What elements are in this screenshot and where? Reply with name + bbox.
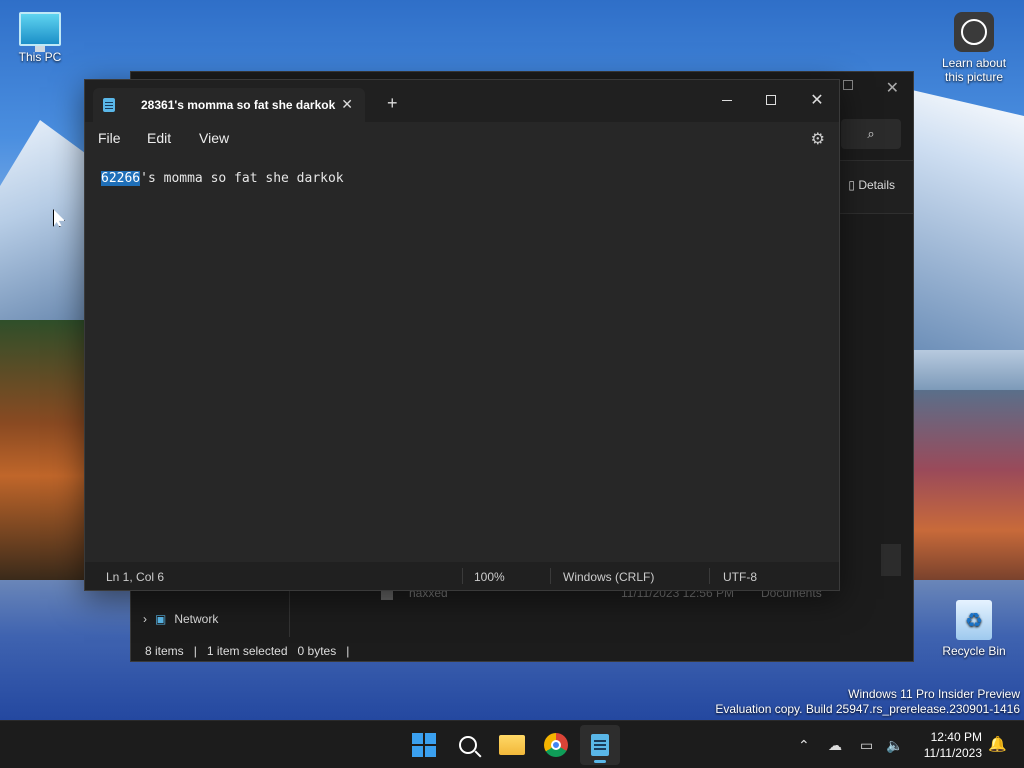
search-icon: ⌕ — [867, 126, 875, 141]
status-item-count: 8 items — [145, 644, 184, 658]
desktop-icon-learn-about-picture[interactable]: Learn about this picture — [934, 12, 1014, 84]
explorer-close-icon[interactable]: ✕ — [886, 78, 899, 98]
desktop-icon-label: Recycle Bin — [942, 644, 1006, 658]
close-icon: ✕ — [810, 92, 824, 109]
nav-item-network[interactable]: › ▣ Network — [143, 612, 218, 626]
details-icon: ▯ — [848, 178, 859, 192]
taskbar-chrome[interactable] — [536, 725, 576, 765]
menu-view[interactable]: View — [199, 130, 229, 146]
desktop-icon-label: This PC — [18, 50, 62, 64]
notepad-window[interactable]: 28361's momma so fat she darkok ✕ + ✕ Fi… — [84, 79, 840, 591]
notepad-titlebar[interactable]: 28361's momma so fat she darkok ✕ + ✕ — [85, 80, 839, 122]
minimize-button[interactable] — [707, 86, 747, 114]
start-button[interactable] — [404, 725, 444, 765]
notepad-status-bar: Ln 1, Col 6 100% Windows (CRLF) UTF-8 — [85, 562, 839, 590]
taskbar-search-button[interactable] — [448, 725, 488, 765]
explorer-status-bar: 8 items | 1 item selected 0 bytes | — [145, 644, 350, 658]
recycle-bin-icon: ♻ — [956, 600, 992, 640]
tab-title: 28361's momma so fat she darkok — [141, 98, 336, 112]
notepad-icon — [591, 734, 609, 756]
status-selected: 1 item selected — [206, 644, 288, 658]
explorer-scroll-region — [881, 544, 901, 576]
evaluation-watermark: Windows 11 Pro Insider Preview Evaluatio… — [715, 687, 1020, 716]
taskbar-clock[interactable]: 12:40 PM 11/11/2023 — [918, 729, 982, 761]
status-position: Ln 1, Col 6 — [106, 570, 165, 584]
desktop-icon-label: Learn about this picture — [941, 56, 1007, 84]
monitor-icon — [19, 12, 61, 52]
menu-edit[interactable]: Edit — [147, 130, 171, 146]
wallpaper-trees-right — [912, 390, 1024, 590]
menu-file[interactable]: File — [98, 130, 121, 146]
explorer-details-button[interactable]: ▯ Details — [848, 178, 895, 192]
tray-overflow-chevron-icon[interactable]: ⌃ — [798, 721, 810, 768]
status-encoding[interactable]: UTF-8 — [723, 570, 757, 584]
editor-text: 's momma so fat she darkok — [140, 171, 344, 186]
explorer-pane-divider — [289, 587, 290, 637]
notepad-tab[interactable]: 28361's momma so fat she darkok ✕ — [93, 88, 365, 122]
new-tab-plus-icon[interactable]: + — [387, 93, 398, 114]
notepad-icon — [103, 98, 115, 112]
onedrive-icon[interactable]: ☁ — [828, 721, 842, 768]
taskbar-notepad[interactable] — [580, 725, 620, 765]
explorer-search-button[interactable]: ⌕ — [841, 119, 901, 149]
notification-bell-icon[interactable]: 🔔 — [988, 735, 1007, 753]
close-button[interactable]: ✕ — [797, 86, 837, 114]
settings-gear-icon[interactable]: ⚙ — [811, 129, 825, 149]
minimize-icon — [722, 99, 732, 101]
desktop-icon-recycle-bin[interactable]: ♻ Recycle Bin — [934, 600, 1014, 658]
maximize-button[interactable] — [751, 86, 791, 114]
status-zoom[interactable]: 100% — [474, 570, 505, 584]
camera-info-icon — [954, 12, 994, 52]
explorer-maximize-icon[interactable] — [843, 80, 853, 90]
maximize-icon — [766, 95, 776, 105]
menu-bar: File Edit View ⚙ — [85, 122, 839, 154]
desktop-icon-this-pc[interactable]: This PC — [0, 12, 80, 64]
tab-close-icon[interactable]: ✕ — [341, 96, 353, 113]
wallpaper-trees-left — [0, 320, 90, 580]
chevron-right-icon: › — [143, 612, 147, 626]
chrome-icon — [544, 733, 568, 757]
search-icon — [459, 736, 477, 754]
taskbar-file-explorer[interactable] — [492, 725, 532, 765]
network-icon[interactable]: ▭ — [860, 721, 873, 768]
volume-muted-icon[interactable]: 🔈 — [886, 721, 903, 768]
network-icon: ▣ — [155, 612, 167, 626]
selected-text: 62266 — [101, 171, 141, 186]
text-editor[interactable]: 62266's momma so fat she darkok — [101, 171, 823, 560]
wallpaper-mountain-right — [912, 90, 1024, 350]
status-size: 0 bytes — [297, 644, 337, 658]
status-line-ending[interactable]: Windows (CRLF) — [563, 570, 654, 584]
windows-start-icon — [412, 733, 436, 757]
taskbar: ⌃ ☁ ▭ 🔈 12:40 PM 11/11/2023 🔔 — [0, 720, 1024, 768]
folder-icon — [499, 735, 525, 755]
